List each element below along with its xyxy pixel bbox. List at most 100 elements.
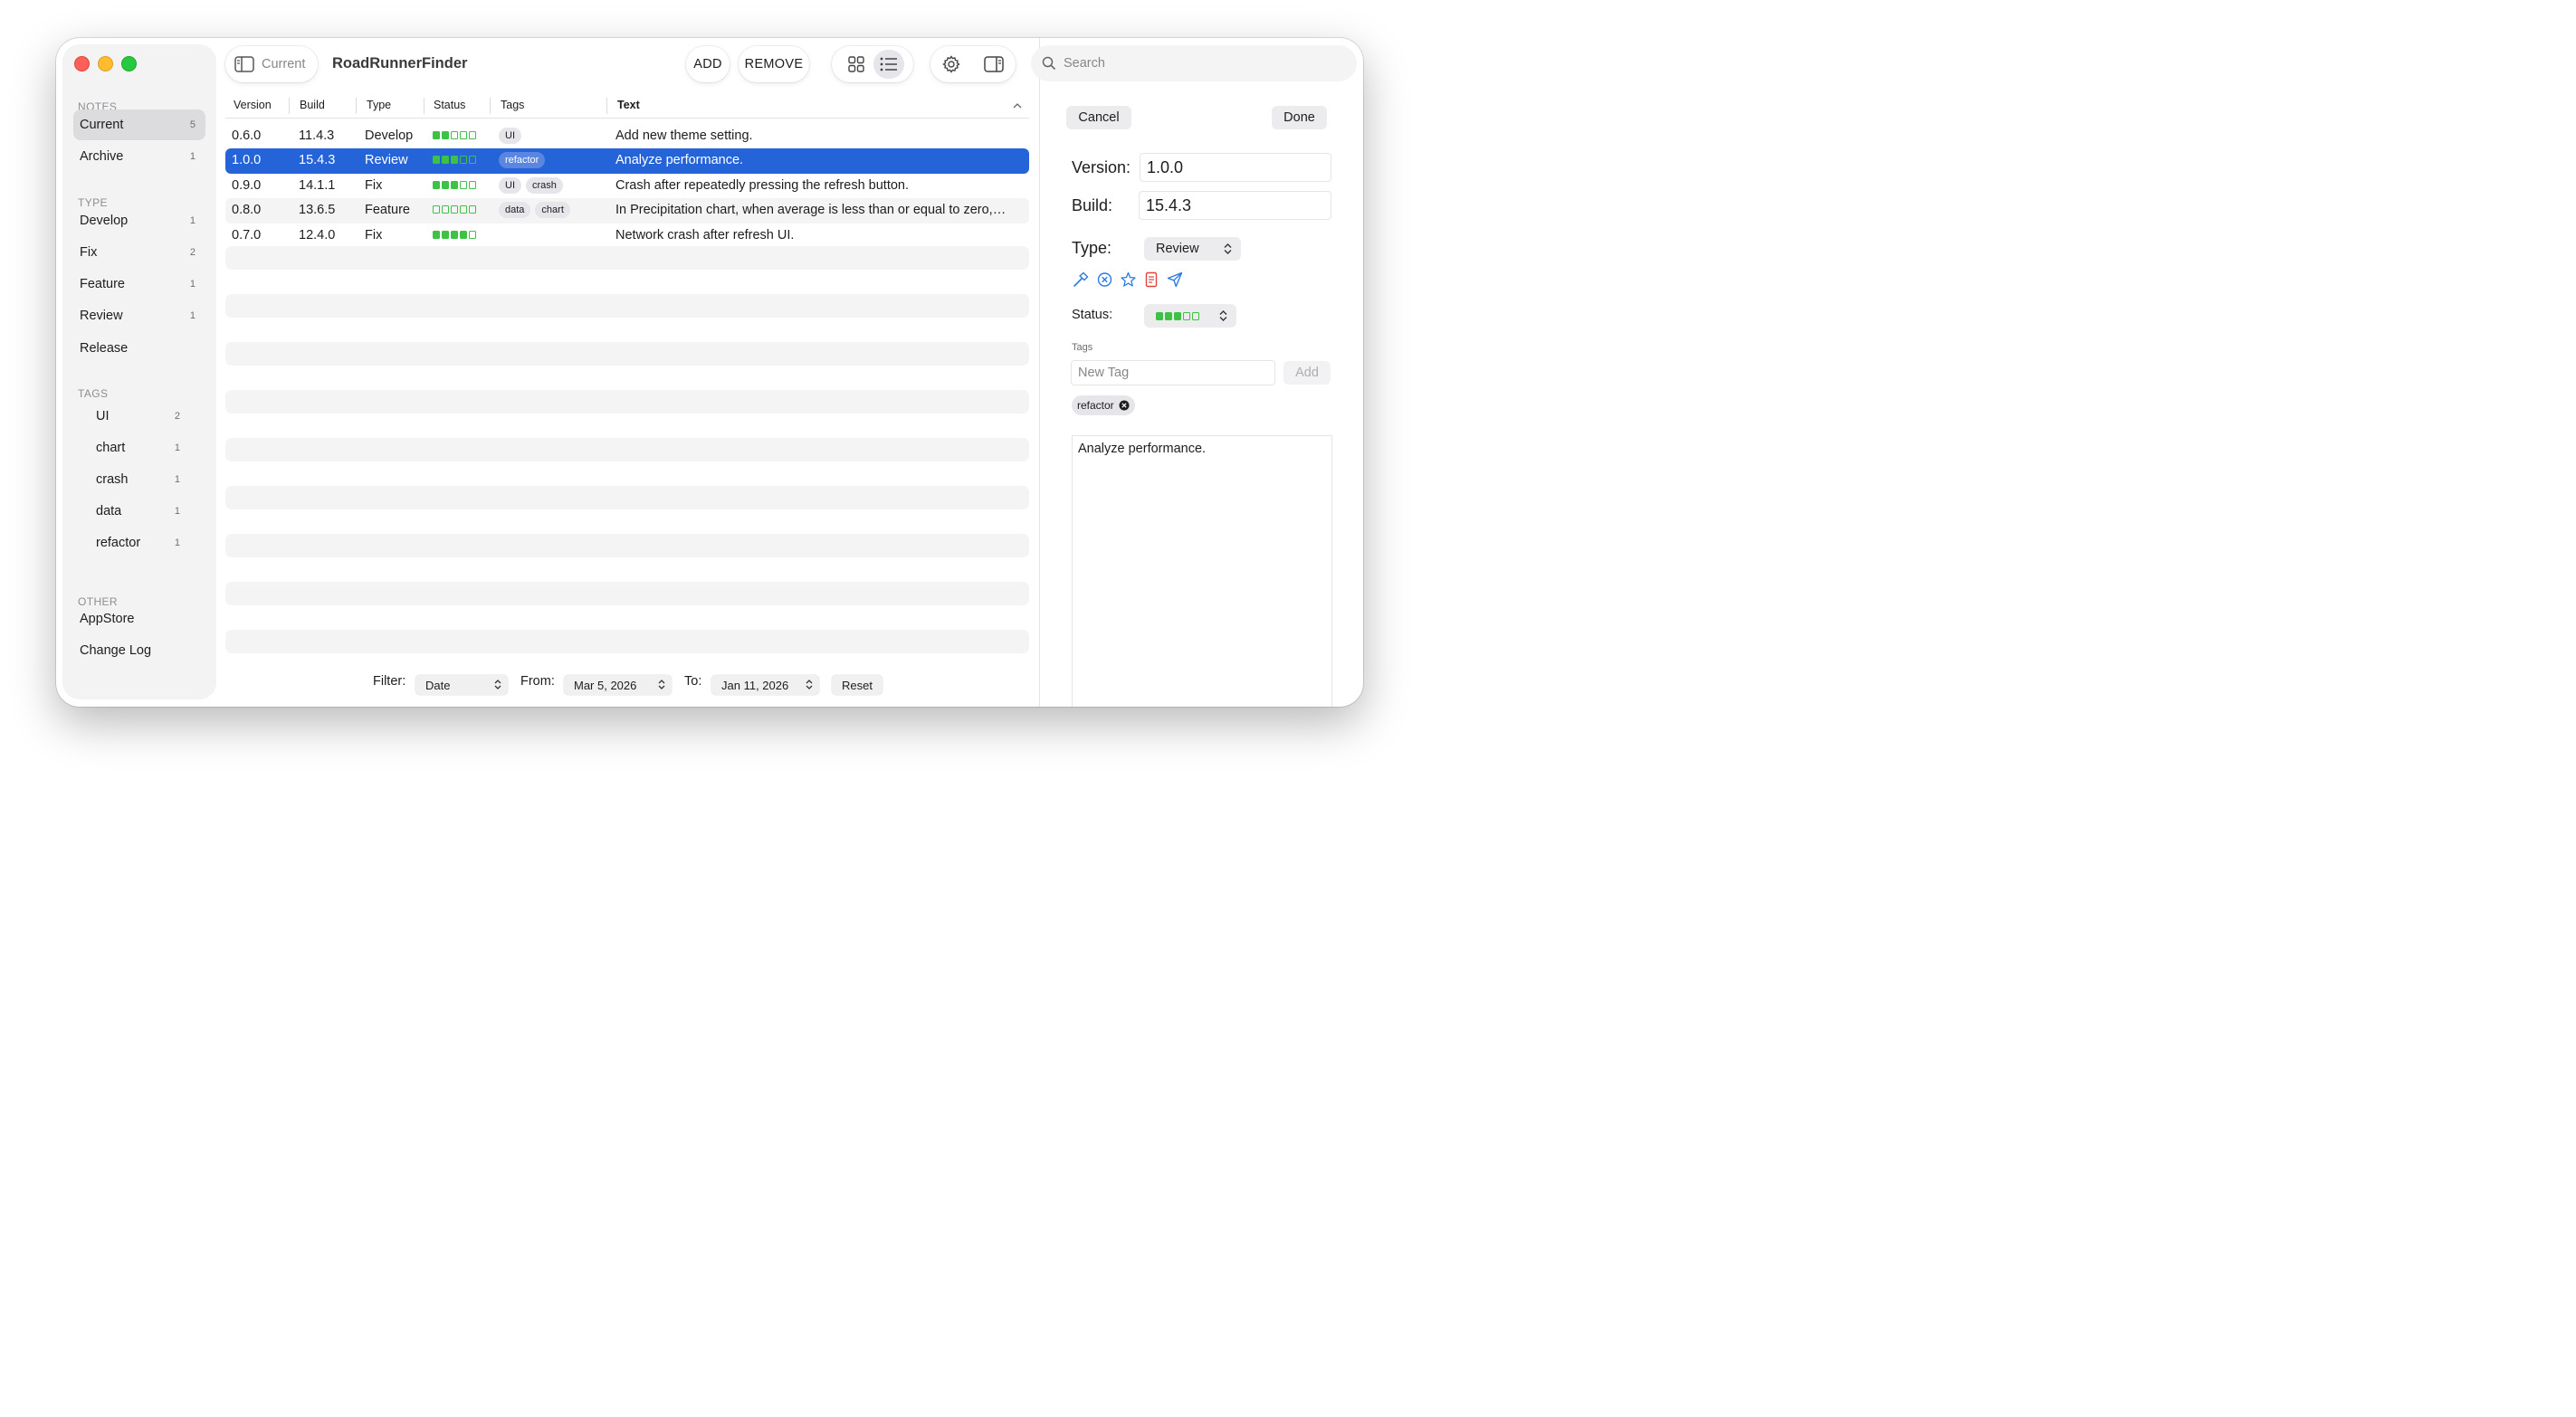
status-square-filled — [1165, 311, 1172, 320]
notes-table: 0.6.0 11.4.3 Develop UI Add new theme se… — [225, 124, 1029, 248]
sidebar-item-develop[interactable]: Develop 1 — [73, 205, 205, 236]
paperplane-icon[interactable] — [1167, 271, 1183, 288]
new-tag-input[interactable]: New Tag — [1071, 360, 1275, 385]
cancel-button[interactable]: Cancel — [1066, 106, 1131, 129]
build-label: Build: — [1072, 196, 1113, 214]
column-divider — [606, 98, 607, 114]
table-row-selected[interactable]: 1.0.0 15.4.3 Review refactor Analyze per… — [225, 148, 1029, 174]
cell-type: Review — [365, 153, 408, 168]
cell-tags: UI — [499, 128, 526, 144]
empty-row — [225, 582, 1029, 605]
status-square-empty — [469, 156, 476, 165]
list-view-button[interactable] — [873, 50, 904, 79]
type-popup[interactable]: Review — [1144, 237, 1241, 261]
to-date-value: Jan 11, 2026 — [721, 678, 789, 692]
empty-row — [225, 486, 1029, 509]
done-button[interactable]: Done — [1272, 106, 1327, 129]
minimize-window-button[interactable] — [98, 56, 113, 71]
sidebar-item-archive[interactable]: Archive 1 — [73, 141, 205, 172]
empty-row — [225, 534, 1029, 557]
column-header-build[interactable]: Build — [300, 99, 325, 111]
tag-chip: refactor — [499, 152, 546, 169]
grid-view-button[interactable] — [841, 50, 872, 79]
sidebar-item-changelog[interactable]: Change Log — [73, 635, 205, 666]
status-popup[interactable] — [1144, 304, 1236, 328]
empty-row — [225, 390, 1029, 414]
empty-row — [225, 630, 1029, 653]
search-field[interactable]: Search — [1031, 45, 1357, 81]
type-popup-value: Review — [1156, 242, 1199, 256]
inspector-toggle-button[interactable] — [984, 56, 1004, 72]
cell-build: 14.1.1 — [299, 177, 336, 193]
column-header-tags[interactable]: Tags — [501, 99, 524, 111]
hammer-icon[interactable] — [1073, 271, 1089, 288]
sidebar-item-label: Change Log — [80, 643, 152, 658]
sidebar-item-feature[interactable]: Feature 1 — [73, 269, 205, 300]
sidebar-toggle-breadcrumb[interactable]: Current — [225, 46, 318, 82]
sidebar-item-release[interactable]: Release — [73, 333, 205, 364]
status-indicator — [433, 205, 476, 214]
column-header-text[interactable]: Text — [617, 99, 640, 111]
note-text-editor[interactable]: Analyze performance. — [1072, 435, 1332, 707]
sort-ascending-icon[interactable] — [1013, 102, 1022, 109]
sidebar-item-appstore[interactable]: AppStore — [73, 604, 205, 634]
tag-chip-label: refactor — [1077, 399, 1114, 412]
status-square-filled — [451, 230, 458, 239]
remove-button[interactable]: REMOVE — [739, 46, 809, 82]
status-square-filled — [442, 180, 449, 189]
updown-chevron-icon — [806, 680, 813, 689]
status-square-filled — [1156, 311, 1163, 320]
sidebar-item-tag-ui[interactable]: UI 2 — [73, 401, 205, 432]
status-square-empty — [460, 131, 467, 139]
filter-popup[interactable]: Date — [415, 675, 508, 695]
search-icon — [1042, 56, 1056, 71]
column-header-type[interactable]: Type — [367, 99, 391, 111]
list-icon — [880, 57, 897, 71]
reset-button[interactable]: Reset — [832, 675, 883, 695]
version-field[interactable]: 1.0.0 — [1140, 153, 1331, 182]
sidebar-item-count: 1 — [189, 310, 196, 321]
close-window-button[interactable] — [74, 56, 90, 71]
document-icon[interactable] — [1144, 271, 1159, 288]
build-field[interactable]: 15.4.3 — [1139, 191, 1331, 220]
settings-button[interactable] — [942, 55, 960, 73]
status-square-filled — [433, 180, 440, 189]
table-row[interactable]: 0.9.0 14.1.1 Fix UI crash Crash after rep… — [225, 174, 1029, 198]
sidebar-item-tag-refactor[interactable]: refactor 1 — [73, 528, 205, 558]
table-row[interactable]: 0.6.0 11.4.3 Develop UI Add new theme se… — [225, 124, 1029, 148]
cell-type: Fix — [365, 177, 383, 193]
panel-divider — [1039, 38, 1040, 707]
sidebar-item-label: Review — [80, 309, 123, 323]
from-date-picker[interactable]: Mar 5, 2026 — [564, 675, 672, 695]
add-tag-button[interactable]: Add — [1283, 361, 1331, 385]
remove-tag-icon[interactable] — [1119, 400, 1130, 411]
cell-build: 11.4.3 — [299, 128, 335, 143]
sidebar-item-count: 5 — [189, 119, 196, 130]
column-header-status[interactable]: Status — [434, 99, 465, 111]
add-button-label: ADD — [693, 57, 722, 71]
sidebar-item-tag-data[interactable]: data 1 — [73, 496, 205, 527]
sidebar-item-label: Feature — [80, 277, 125, 291]
sidebar-item-label: UI — [96, 409, 110, 423]
filter-popup-value: Date — [425, 678, 451, 692]
status-square-empty — [469, 230, 476, 239]
sidebar-item-label: crash — [96, 472, 129, 487]
xmark-circle-icon[interactable] — [1097, 271, 1112, 288]
zoom-window-button[interactable] — [121, 56, 137, 71]
sidebar-item-review[interactable]: Review 1 — [73, 300, 205, 331]
sidebar-item-tag-chart[interactable]: chart 1 — [73, 433, 205, 463]
sidebar-item-count: 1 — [174, 442, 180, 453]
table-row[interactable]: 0.7.0 12.4.0 Fix Network crash after ref… — [225, 223, 1029, 248]
page-title: RoadRunnerFinder — [332, 55, 468, 71]
status-square-empty — [451, 131, 458, 139]
sidebar-item-tag-crash[interactable]: crash 1 — [73, 464, 205, 495]
cell-text: Network crash after refresh UI. — [615, 227, 795, 243]
sidebar-item-fix[interactable]: Fix 2 — [73, 237, 205, 268]
star-icon[interactable] — [1121, 271, 1136, 288]
add-button[interactable]: ADD — [686, 46, 730, 82]
column-header-version[interactable]: Version — [234, 99, 272, 111]
to-date-picker[interactable]: Jan 11, 2026 — [711, 675, 819, 695]
section-header-tags: TAGS — [78, 387, 109, 400]
sidebar-item-current[interactable]: Current 5 — [73, 109, 205, 140]
table-row[interactable]: 0.8.0 13.6.5 Feature data chart In Precip… — [225, 198, 1029, 223]
